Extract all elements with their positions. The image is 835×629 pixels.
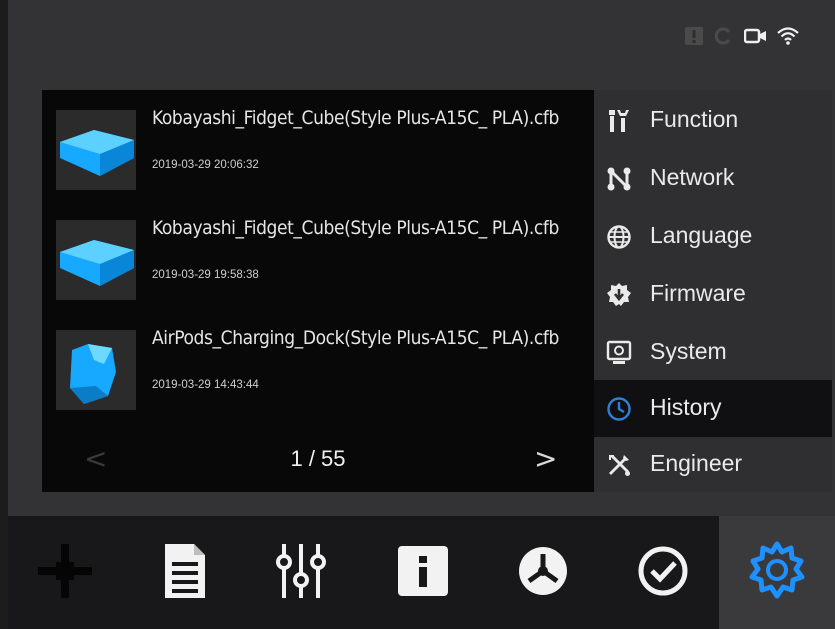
menu-item-label: History xyxy=(650,394,722,420)
info-button[interactable] xyxy=(388,536,458,606)
wifi-icon xyxy=(776,26,800,50)
menu-item-label: Function xyxy=(650,106,739,132)
menu-item-label: Engineer xyxy=(650,450,743,476)
bottom-navigation xyxy=(8,516,835,629)
next-page-button[interactable]: > xyxy=(534,442,557,475)
menu-item-language[interactable]: Language xyxy=(594,208,832,265)
refresh-icon xyxy=(714,26,734,50)
file-date: 2019-03-29 14:43:44 xyxy=(152,379,259,391)
menu-item-label: Network xyxy=(650,164,735,190)
settings-icon xyxy=(749,541,805,599)
tools-icon xyxy=(606,108,632,134)
main-panel: Kobayashi_Fidget_Cube(Style Plus-A15C_ P… xyxy=(42,90,832,492)
menu-item-firmware[interactable]: Firmware xyxy=(594,266,832,323)
cube-model-thumbnail xyxy=(56,110,136,190)
status-bar xyxy=(8,0,835,80)
confirm-button[interactable] xyxy=(628,536,698,606)
fan-button[interactable] xyxy=(508,536,578,606)
move-axis-button[interactable] xyxy=(30,536,100,606)
menu-item-label: Firmware xyxy=(650,280,746,306)
monitor-icon xyxy=(606,340,632,366)
history-file-item[interactable]: AirPods_Charging_Dock(Style Plus-A15C_ P… xyxy=(42,315,594,425)
page-indicator: 1 / 55 xyxy=(290,446,346,471)
settings-button[interactable] xyxy=(742,536,812,606)
file-name: AirPods_Charging_Dock(Style Plus-A15C_ P… xyxy=(152,327,559,349)
menu-item-label: System xyxy=(650,338,727,364)
document-icon xyxy=(165,544,205,598)
warning-icon xyxy=(684,26,704,50)
camera-icon xyxy=(743,26,768,50)
fan-icon xyxy=(519,547,567,595)
dock-model-thumbnail xyxy=(56,330,136,410)
network-icon xyxy=(606,166,632,192)
menu-item-network[interactable]: Network xyxy=(594,150,832,207)
settings-side-menu: Function Network Language Firmware Syste… xyxy=(594,90,832,492)
info-icon xyxy=(398,546,448,596)
clock-icon xyxy=(606,396,632,422)
menu-item-history[interactable]: History xyxy=(594,380,832,437)
menu-item-system[interactable]: System xyxy=(594,324,832,381)
previous-page-button[interactable]: < xyxy=(84,442,107,475)
file-date: 2019-03-29 19:58:38 xyxy=(152,269,259,281)
check-icon xyxy=(638,546,688,596)
globe-icon xyxy=(606,224,632,250)
history-file-item[interactable]: Kobayashi_Fidget_Cube(Style Plus-A15C_ P… xyxy=(42,205,594,315)
menu-item-function[interactable]: Function xyxy=(594,92,832,149)
adjust-button[interactable] xyxy=(266,536,336,606)
move-axis-icon xyxy=(38,544,92,598)
files-button[interactable] xyxy=(150,536,220,606)
file-name: Kobayashi_Fidget_Cube(Style Plus-A15C_ P… xyxy=(152,107,559,129)
pagination: < 1 / 55 > xyxy=(42,428,594,492)
menu-item-label: Language xyxy=(650,222,753,248)
cube-model-thumbnail xyxy=(56,220,136,300)
firmware-icon xyxy=(606,282,632,308)
file-date: 2019-03-29 20:06:32 xyxy=(152,159,259,171)
history-file-item[interactable]: Kobayashi_Fidget_Cube(Style Plus-A15C_ P… xyxy=(42,95,594,205)
touch-screen: Kobayashi_Fidget_Cube(Style Plus-A15C_ P… xyxy=(8,0,835,629)
sliders-icon xyxy=(276,544,326,598)
history-file-list: Kobayashi_Fidget_Cube(Style Plus-A15C_ P… xyxy=(42,90,594,492)
wrench-cross-icon xyxy=(606,452,632,478)
file-name: Kobayashi_Fidget_Cube(Style Plus-A15C_ P… xyxy=(152,217,559,239)
menu-item-engineer[interactable]: Engineer xyxy=(594,436,832,493)
